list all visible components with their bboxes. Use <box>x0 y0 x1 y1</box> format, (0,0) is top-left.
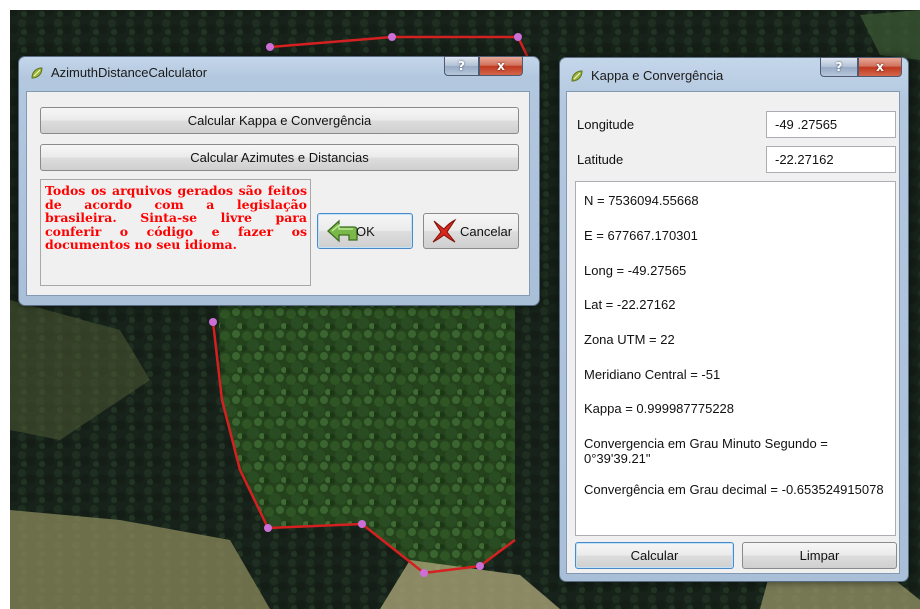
calcular-azimutes-label: Calcular Azimutes e Distancias <box>190 150 369 165</box>
calcular-kappa-label: Calcular Kappa e Convergência <box>187 113 372 128</box>
polygon-vertex[interactable] <box>358 520 366 528</box>
polygon-vertex[interactable] <box>388 33 396 41</box>
result-line: Lat = -22.27162 <box>584 297 676 312</box>
calcular-kappa-button[interactable]: Calcular Kappa e Convergência <box>40 107 519 134</box>
result-line: Convergência em Grau decimal = -0.653524… <box>584 482 884 497</box>
kappa-convergencia-window: Kappa e Convergência ? x Longitude -49 .… <box>559 57 909 582</box>
result-line: Zona UTM = 22 <box>584 332 675 347</box>
longitude-label: Longitude <box>577 117 635 132</box>
longitude-input[interactable]: -49 .27565 <box>766 111 896 138</box>
polygon-vertex[interactable] <box>264 524 272 532</box>
window-title: Kappa e Convergência <box>591 68 724 83</box>
cancel-x-icon <box>432 218 457 243</box>
calcular-label: Calcular <box>630 548 679 563</box>
kappa-client-area: Longitude -49 .27565 Latitude -22.27162 … <box>566 91 900 574</box>
latitude-label: Latitude <box>577 152 624 167</box>
result-line: N = 7536094.55668 <box>584 193 699 208</box>
help-button[interactable]: ? <box>444 56 479 76</box>
help-button[interactable]: ? <box>820 57 858 77</box>
result-line: Kappa = 0.999987775228 <box>584 401 735 416</box>
result-line: Convergencia em Grau Minuto Segundo = 0°… <box>584 436 828 466</box>
cancel-button[interactable]: Cancelar <box>423 213 519 249</box>
polygon-vertex[interactable] <box>266 43 274 51</box>
ok-button[interactable]: OK <box>317 213 413 249</box>
calcular-azimutes-button[interactable]: Calcular Azimutes e Distancias <box>40 144 519 171</box>
ok-label: OK <box>356 223 375 239</box>
result-line: E = 677667.170301 <box>584 228 698 243</box>
azimuth-titlebar[interactable]: AzimuthDistanceCalculator ? x <box>19 56 539 87</box>
window-title: AzimuthDistanceCalculator <box>51 65 208 80</box>
close-button[interactable]: x <box>858 57 902 77</box>
cancel-label: Cancelar <box>460 223 513 239</box>
polygon-vertex[interactable] <box>476 562 484 570</box>
polygon-vertex[interactable] <box>209 318 217 326</box>
result-line: Long = -49.27565 <box>584 263 687 278</box>
close-button[interactable]: x <box>479 56 523 76</box>
qgis-logo-icon <box>31 67 43 79</box>
limpar-label: Limpar <box>799 548 840 563</box>
legislation-notice-box: Todos os arquivos gerados são feitos de … <box>40 179 311 286</box>
latitude-input[interactable]: -22.27162 <box>766 146 896 173</box>
help-icon: ? <box>835 60 843 74</box>
azimuth-client-area: Calcular Kappa e Convergência Calcular A… <box>26 91 530 296</box>
kappa-titlebar[interactable]: Kappa e Convergência ? x <box>560 57 908 88</box>
close-icon: x <box>876 60 884 74</box>
close-icon: x <box>497 59 505 73</box>
azimuth-calculator-window: AzimuthDistanceCalculator ? x Calcular K… <box>18 56 540 306</box>
ok-arrow-icon <box>327 219 358 243</box>
qgis-logo-icon <box>571 70 583 82</box>
calcular-button[interactable]: Calcular <box>575 542 734 569</box>
legislation-notice-text: Todos os arquivos gerados são feitos de … <box>45 183 307 252</box>
help-icon: ? <box>458 59 465 73</box>
polygon-vertex[interactable] <box>420 569 428 577</box>
limpar-button[interactable]: Limpar <box>742 542 897 569</box>
result-line: Meridiano Central = -51 <box>584 367 721 382</box>
results-text-area[interactable]: N = 7536094.55668 E = 677667.170301 Long… <box>575 181 896 536</box>
polygon-vertex[interactable] <box>514 33 522 41</box>
